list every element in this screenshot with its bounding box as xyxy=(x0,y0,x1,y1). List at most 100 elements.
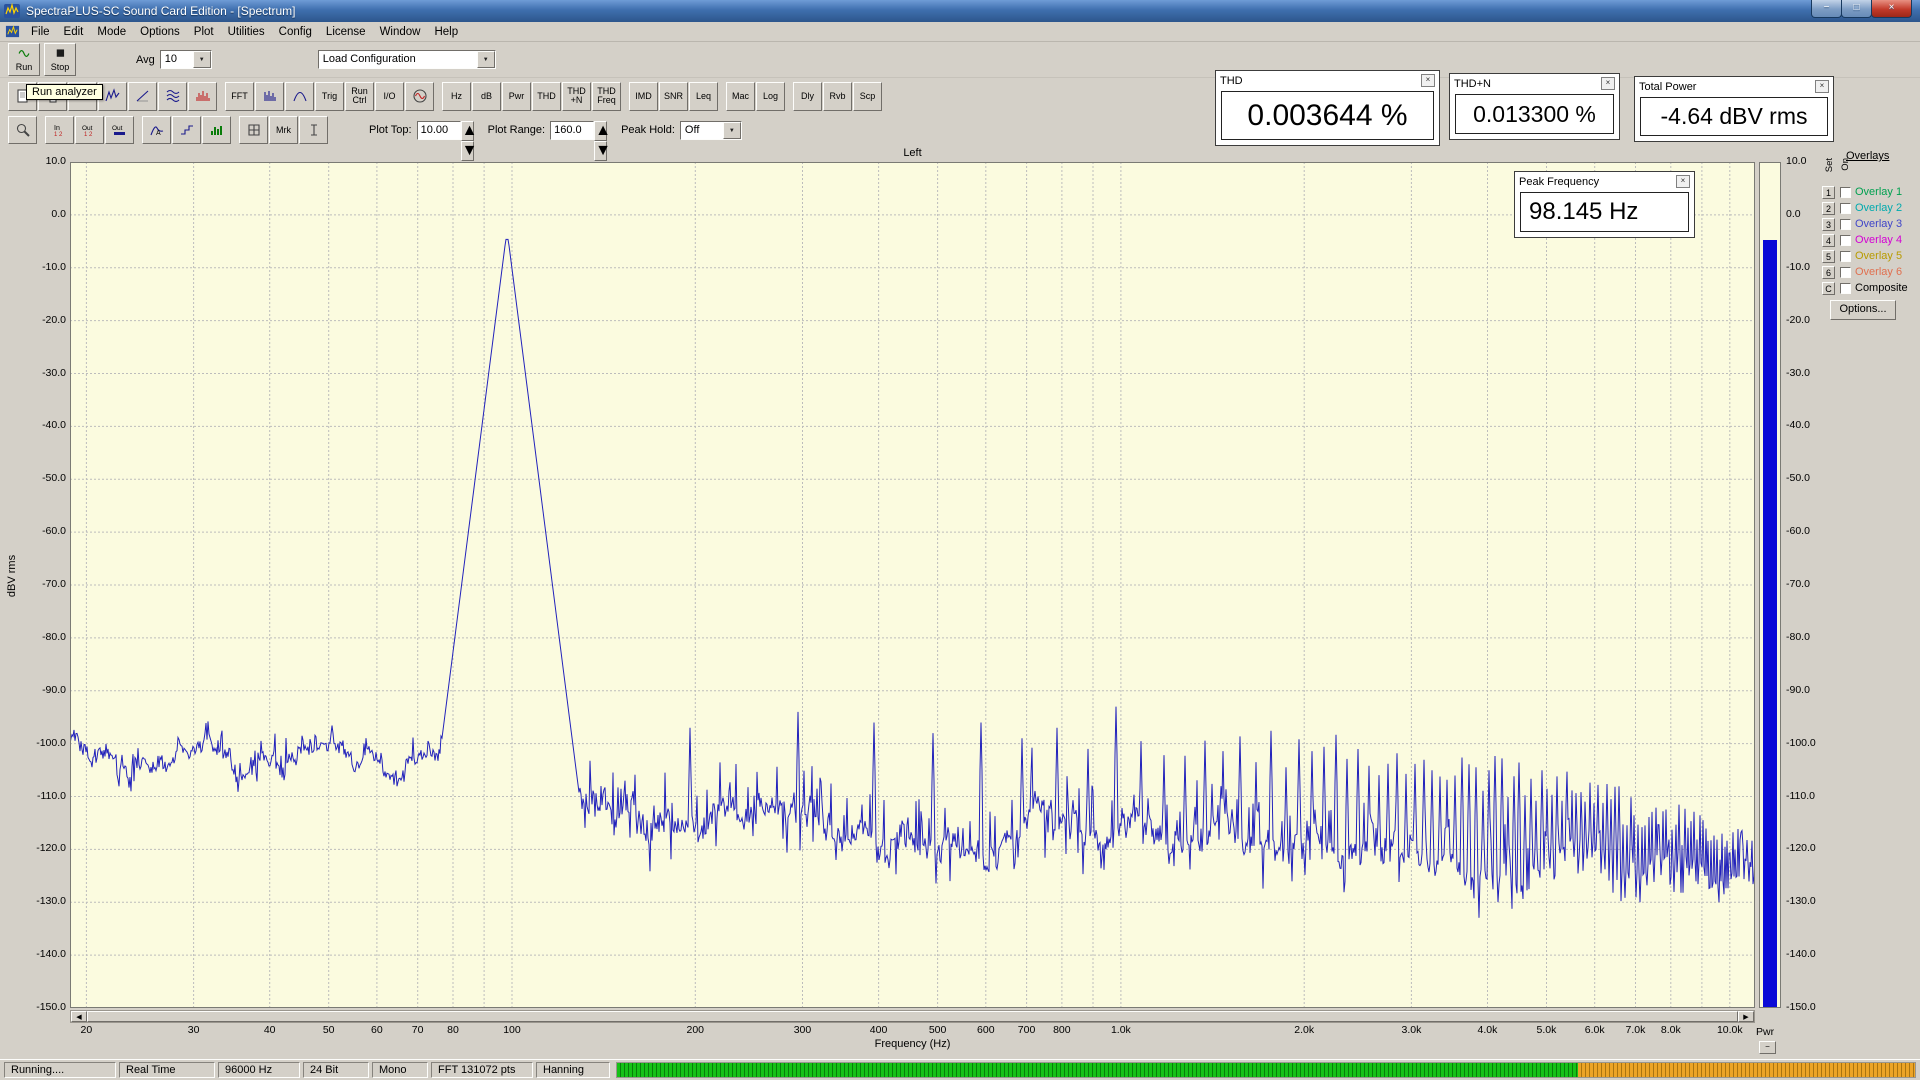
menu-item-options[interactable]: Options xyxy=(133,24,187,40)
zoom-button[interactable] xyxy=(8,116,37,144)
overlay-1-set-button[interactable]: 1 xyxy=(1822,186,1835,199)
plot-top-value[interactable]: 10.00 xyxy=(417,121,461,140)
smoothing-button[interactable] xyxy=(172,116,201,144)
output-channels-button[interactable]: Out1 2 xyxy=(75,116,104,144)
x-tick: 500 xyxy=(929,1024,947,1036)
thdn-button[interactable]: THD +N xyxy=(562,82,591,111)
grid-options-button[interactable] xyxy=(239,116,268,144)
overlay-3-on-checkbox[interactable] xyxy=(1840,219,1851,230)
peak-hold-dropdown-icon[interactable]: ▼ xyxy=(723,122,741,139)
maximize-button[interactable]: □ xyxy=(1841,0,1872,18)
bar-display-button[interactable] xyxy=(202,116,231,144)
menu-item-license[interactable]: License xyxy=(319,24,373,40)
plot-top-up-icon[interactable]: ▲ xyxy=(461,121,474,141)
menu-item-plot[interactable]: Plot xyxy=(187,24,221,40)
overlay-3-set-button[interactable]: 3 xyxy=(1822,218,1835,231)
overlay-4-set-button[interactable]: 4 xyxy=(1822,234,1835,247)
reverb-button[interactable]: Rvb xyxy=(823,82,852,111)
overlay-2-set-button[interactable]: 2 xyxy=(1822,202,1835,215)
overlay-5-on-checkbox[interactable] xyxy=(1840,251,1851,262)
signal-generator-button[interactable] xyxy=(405,82,434,111)
overlay-6-set-button[interactable]: 6 xyxy=(1822,266,1835,279)
overlay-2-on-checkbox[interactable] xyxy=(1840,203,1851,214)
spectrogram-button[interactable] xyxy=(158,82,187,111)
plot-range-up-icon[interactable]: ▲ xyxy=(594,121,607,141)
plot-range-value[interactable]: 160.0 xyxy=(550,121,594,140)
overlay-4-label: Overlay 4 xyxy=(1855,234,1902,246)
thdn-meter-close-icon[interactable]: × xyxy=(1601,77,1615,90)
units-db-button[interactable]: dB xyxy=(472,82,501,111)
total-power-meter-close-icon[interactable]: × xyxy=(1815,80,1829,93)
plot-toolbar-buttons: In1 2Out1 2Out A Mrk xyxy=(8,116,329,144)
load-configuration-dropdown-icon[interactable]: ▼ xyxy=(477,51,495,68)
thd-freq-button-label: THD Freq xyxy=(597,87,616,105)
trigger-button[interactable]: Trig xyxy=(315,82,344,111)
snr-button[interactable]: SNR xyxy=(659,82,688,111)
plot-range-stepper[interactable]: 160.0 ▲▼ xyxy=(550,121,607,140)
menu-item-mode[interactable]: Mode xyxy=(90,24,133,40)
peak-hold-select[interactable]: Off ▼ xyxy=(680,121,742,140)
octave-button[interactable] xyxy=(285,82,314,111)
menu-item-window[interactable]: Window xyxy=(373,24,428,40)
stop-button-label: Stop xyxy=(51,62,70,72)
menu-item-utilities[interactable]: Utilities xyxy=(221,24,272,40)
averaging-progress-bar xyxy=(616,1062,1916,1078)
scroll-left-icon[interactable]: ◀ xyxy=(71,1011,87,1022)
app-icon xyxy=(4,3,20,19)
load-configuration-select[interactable]: Load Configuration ▼ xyxy=(318,50,496,69)
run-control-button[interactable]: Run Ctrl xyxy=(345,82,374,111)
overlay-6-on-checkbox[interactable] xyxy=(1840,267,1851,278)
overlay-5-set-button[interactable]: 5 xyxy=(1822,250,1835,263)
delay-button[interactable]: Dly xyxy=(793,82,822,111)
plot-horizontal-scrollbar[interactable]: ◀ ▶ xyxy=(70,1010,1755,1023)
overlay-c-set-button[interactable]: C xyxy=(1822,282,1835,295)
peak-frequency-meter-close-icon[interactable]: × xyxy=(1676,175,1690,188)
overlay-1-on-checkbox[interactable] xyxy=(1840,187,1851,198)
avg-select[interactable]: 10 ▼ xyxy=(160,50,212,69)
fft-settings-button[interactable]: FFT xyxy=(225,82,254,111)
marker-button[interactable]: Mrk xyxy=(269,116,298,144)
thd-button[interactable]: THD xyxy=(532,82,561,111)
run-button[interactable]: Run xyxy=(8,43,40,76)
overlay-c-on-checkbox[interactable] xyxy=(1840,283,1851,294)
macro-button-label: Mac xyxy=(732,92,749,101)
progress-complete xyxy=(617,1063,1578,1077)
menu-item-edit[interactable]: Edit xyxy=(57,24,91,40)
close-button[interactable]: × xyxy=(1871,0,1912,18)
slope-button[interactable] xyxy=(128,82,157,111)
thd-freq-button[interactable]: THD Freq xyxy=(592,82,621,111)
menu-item-file[interactable]: File xyxy=(24,24,57,40)
plot-top-stepper[interactable]: 10.00 ▲▼ xyxy=(417,121,474,140)
surface-button[interactable] xyxy=(188,82,217,111)
progress-remaining xyxy=(1578,1063,1915,1077)
overlay-4-on-checkbox[interactable] xyxy=(1840,235,1851,246)
logging-button[interactable]: Log xyxy=(756,82,785,111)
spectrum-plot-canvas[interactable] xyxy=(70,162,1755,1008)
input-channels-button[interactable]: In1 2 xyxy=(45,116,74,144)
menu-item-config[interactable]: Config xyxy=(272,24,319,40)
minimize-button[interactable]: − xyxy=(1811,0,1842,18)
scroll-right-icon[interactable]: ▶ xyxy=(1738,1011,1754,1022)
macro-button[interactable]: Mac xyxy=(726,82,755,111)
thd-meter-close-icon[interactable]: × xyxy=(1421,74,1435,87)
output-level-button[interactable]: Out xyxy=(105,116,134,144)
menu-item-help[interactable]: Help xyxy=(427,24,465,40)
spectrum-window-icon[interactable] xyxy=(5,24,20,39)
narrowband-button[interactable] xyxy=(255,82,284,111)
stop-button[interactable]: Stop xyxy=(44,43,76,76)
leq-button[interactable]: Leq xyxy=(689,82,718,111)
scope-button[interactable]: Scp xyxy=(853,82,882,111)
cursor-button[interactable] xyxy=(299,116,328,144)
imd-button[interactable]: IMD xyxy=(629,82,658,111)
slope-icon xyxy=(135,88,151,104)
power-bar-collapse-icon[interactable]: − xyxy=(1759,1041,1776,1054)
scrollbar-thumb[interactable] xyxy=(87,1011,1738,1022)
overlays-options-button[interactable]: Options... xyxy=(1830,300,1896,320)
io-device-button[interactable]: I/O xyxy=(375,82,404,111)
y-tick-left: -30.0 xyxy=(22,367,66,379)
units-hz-button[interactable]: Hz xyxy=(442,82,471,111)
weighting-button[interactable]: A xyxy=(142,116,171,144)
power-button[interactable]: Pwr xyxy=(502,82,531,111)
avg-dropdown-icon[interactable]: ▼ xyxy=(193,51,211,68)
total-power-meter-title: Total Power xyxy=(1639,81,1696,93)
